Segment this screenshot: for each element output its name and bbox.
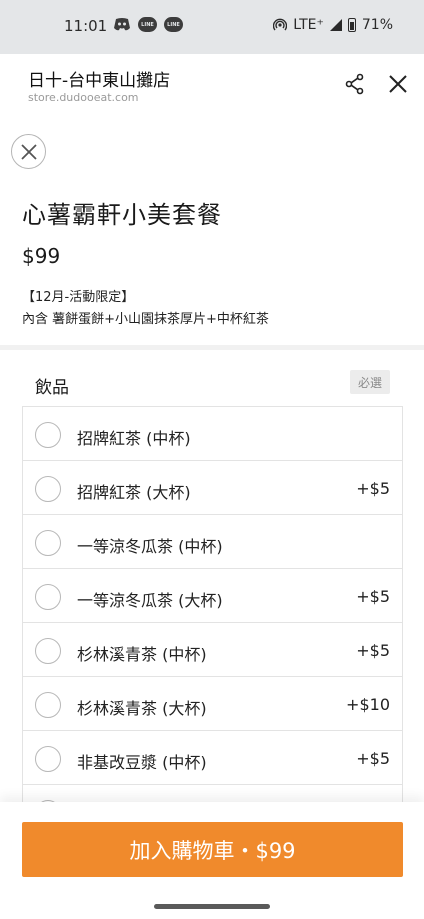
option-price: +$10 — [346, 695, 390, 714]
section-title: 飲品 — [35, 378, 69, 398]
close-product-button[interactable] — [11, 134, 46, 169]
option-label: 招牌紅茶 (中杯) — [77, 429, 191, 448]
notification-icons: LINE LINE — [113, 17, 183, 32]
option-label: 一等涼冬瓜茶 (大杯) — [77, 591, 223, 610]
option-price: +$5 — [356, 587, 390, 606]
product-description-line-2: 內含 薯餅蛋餅+小山園抹茶厚片+中杯紅茶 — [22, 312, 269, 327]
system-icons: LTE⁺ 71% — [273, 17, 393, 33]
option-item[interactable]: 一等涼冬瓜茶 (大杯) +$5 — [23, 569, 402, 623]
share-button[interactable] — [343, 72, 367, 96]
product-name: 心薯霸軒小美套餐 — [22, 201, 222, 229]
option-label: 杉林溪青茶 (中杯) — [77, 645, 207, 664]
option-label: 招牌紅茶 (大杯) — [77, 483, 191, 502]
radio-button[interactable] — [35, 692, 61, 718]
radio-button[interactable] — [35, 530, 61, 556]
hotspot-icon — [273, 18, 288, 31]
product-price: $99 — [22, 244, 61, 268]
radio-button[interactable] — [35, 584, 61, 610]
share-icon — [345, 73, 364, 95]
line-icon-text: LINE — [141, 21, 154, 28]
signal-icon — [329, 19, 342, 31]
battery-icon — [347, 18, 356, 32]
status-time: 11:01 — [64, 17, 108, 35]
radio-button[interactable] — [35, 746, 61, 772]
close-icon — [389, 75, 407, 93]
close-icon — [20, 143, 37, 160]
close-tab-button[interactable] — [386, 72, 410, 96]
radio-button[interactable] — [35, 638, 61, 664]
option-label: 非基改豆漿 (中杯) — [77, 753, 207, 772]
radio-button[interactable] — [35, 476, 61, 502]
required-badge: 必選 — [350, 370, 390, 394]
radio-button[interactable] — [35, 422, 61, 448]
page-url: store.dudooeat.com — [28, 91, 139, 104]
option-item[interactable]: 非基改豆漿 (中杯) +$5 — [23, 731, 402, 785]
option-price: +$5 — [356, 641, 390, 660]
option-item[interactable]: 杉林溪青茶 (中杯) +$5 — [23, 623, 402, 677]
battery-percent: 71% — [361, 17, 393, 33]
option-item[interactable]: 招牌紅茶 (中杯) — [23, 407, 402, 461]
store-title: 日十-台中東山攤店 — [28, 71, 171, 91]
discord-icon — [114, 18, 130, 31]
line-icon-text: LINE — [167, 21, 180, 28]
option-price: +$5 — [356, 479, 390, 498]
option-price: +$5 — [356, 749, 390, 768]
product-description-line-1: 【12月-活動限定】 — [22, 290, 135, 305]
section-divider — [0, 345, 424, 350]
option-label: 杉林溪青茶 (大杯) — [77, 699, 207, 718]
network-type: LTE⁺ — [293, 17, 324, 33]
line-icon: LINE — [138, 17, 157, 32]
gesture-nav-bar[interactable] — [154, 904, 270, 909]
option-item[interactable]: 招牌紅茶 (大杯) +$5 — [23, 461, 402, 515]
option-label: 一等涼冬瓜茶 (中杯) — [77, 537, 223, 556]
add-to-cart-button[interactable]: 加入購物車・$99 — [22, 822, 403, 877]
option-item[interactable]: 杉林溪青茶 (大杯) +$10 — [23, 677, 402, 731]
line-icon: LINE — [164, 17, 183, 32]
option-item[interactable]: 一等涼冬瓜茶 (中杯) — [23, 515, 402, 569]
drink-options-list: 招牌紅茶 (中杯) 招牌紅茶 (大杯) +$5 一等涼冬瓜茶 (中杯) 一等涼冬… — [22, 406, 403, 839]
browser-header: 日十-台中東山攤店 store.dudooeat.com — [0, 54, 424, 116]
status-bar: 11:01 LINE LINE LTE⁺ 71% — [0, 0, 424, 54]
